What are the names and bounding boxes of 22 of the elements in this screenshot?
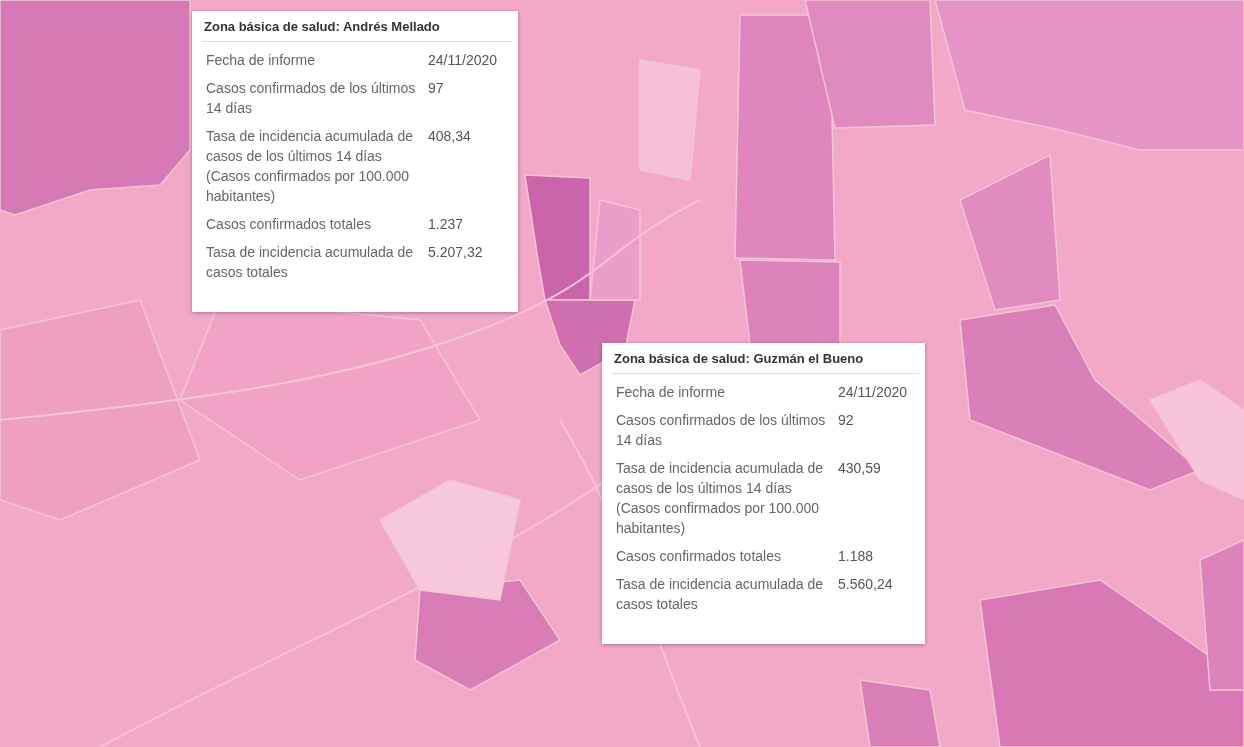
field-label: Casos confirmados de los últimos 14 días (615, 411, 827, 450)
field-label: Tasa de incidencia acumulada de casos de los últimos 14 días (Casos confirmados por 100.000 habitantes) (615, 459, 825, 538)
popup-title: Zona básica de salud: Andrés Mellado (202, 19, 512, 42)
field-label: Tasa de incidencia acumulada de casos totales (615, 575, 825, 614)
field-value: 5.207,32 (428, 243, 484, 262)
field-label: Tasa de incidencia acumulada de casos de los últimos 14 días (Casos confirmados por 100.000 habitantes) (205, 127, 415, 206)
field-value: 24/11/2020 (838, 383, 909, 402)
field-label: Casos confirmados de los últimos 14 días (205, 79, 417, 118)
field-label: Fecha de informe (205, 51, 316, 70)
field-value: 5.560,24 (838, 575, 894, 594)
field-label: Casos confirmados totales (205, 215, 372, 234)
field-label: Tasa de incidencia acumulada de casos totales (205, 243, 415, 282)
popup-title: Zona básica de salud: Guzmán el Bueno (612, 351, 919, 374)
field-value: 408,34 (428, 127, 472, 146)
field-value: 1.188 (838, 547, 875, 566)
field-label: Fecha de informe (615, 383, 726, 402)
field-label: Casos confirmados totales (615, 547, 782, 566)
field-value: 92 (838, 411, 855, 430)
field-value: 1.237 (428, 215, 465, 234)
field-value: 430,59 (838, 459, 882, 478)
field-value: 97 (428, 79, 445, 98)
field-value: 24/11/2020 (428, 51, 499, 70)
